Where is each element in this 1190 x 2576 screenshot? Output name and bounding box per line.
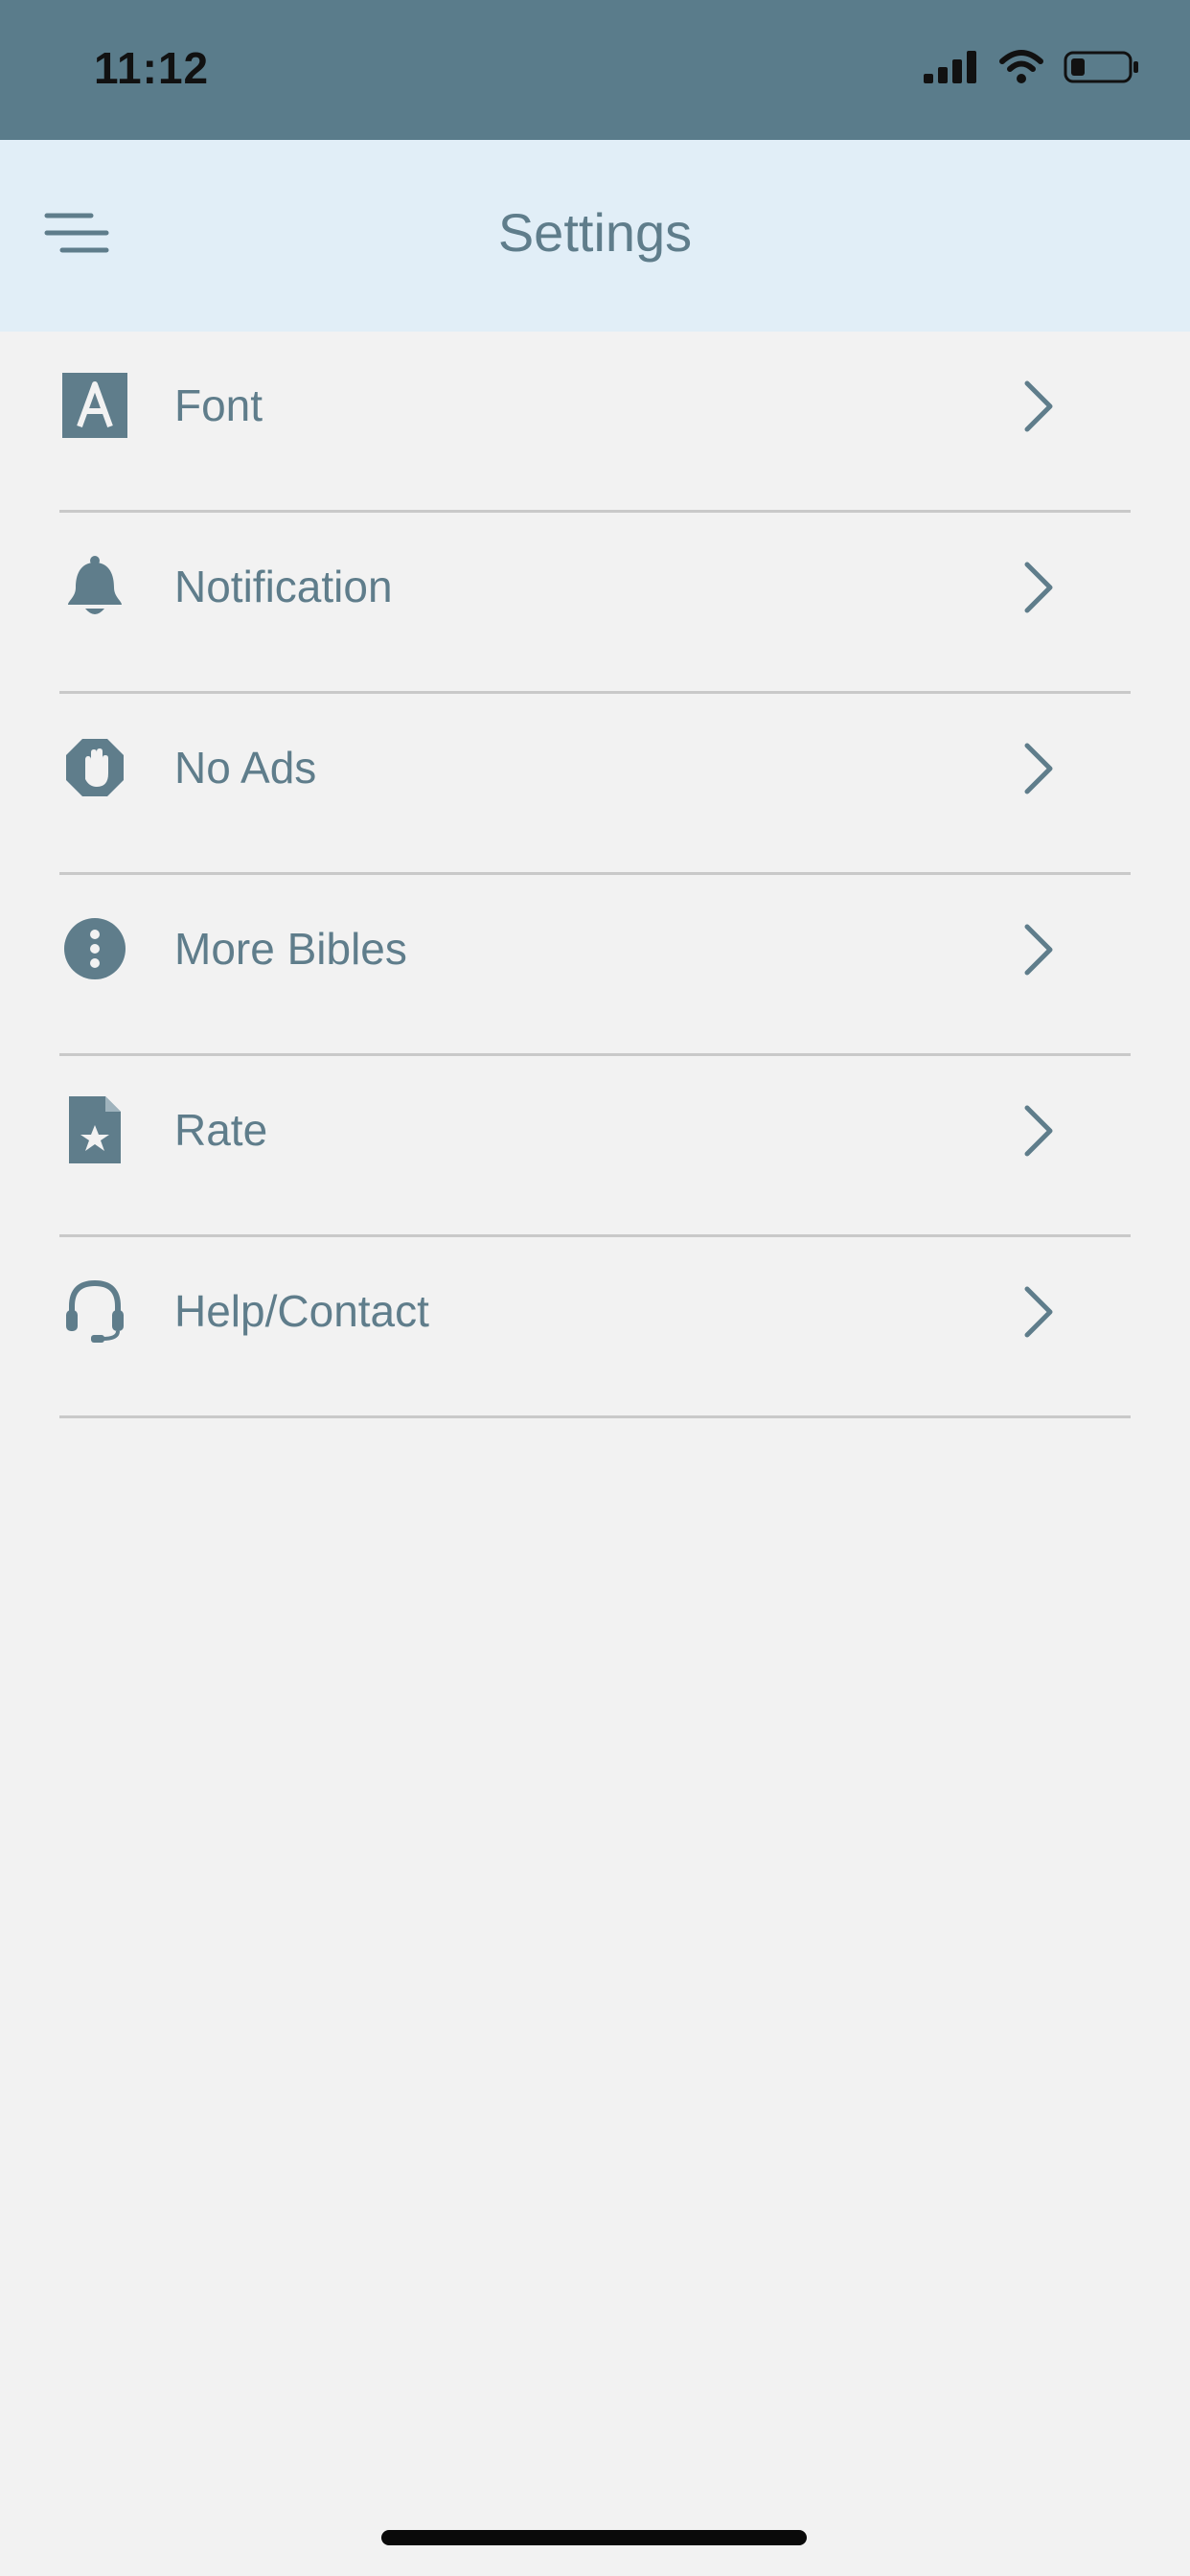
font-a-icon [61,372,128,439]
info-circle-icon [61,915,128,982]
chevron-right-icon [1019,1283,1058,1341]
settings-item-label: Rate [174,1105,268,1155]
headset-icon [61,1277,128,1345]
chevron-right-icon [1019,378,1058,435]
settings-item-no-ads[interactable]: No Ads [59,694,1131,875]
settings-item-rate[interactable]: Rate [59,1056,1131,1237]
stop-hand-icon [61,734,128,801]
header-bar: Settings [0,140,1190,332]
bell-icon [61,553,128,620]
settings-item-label: More Bibles [174,924,407,974]
signal-icon [924,51,979,88]
status-time: 11:12 [94,43,210,93]
settings-list: Font Notification No Ads More Bibles Rat… [0,332,1190,1418]
settings-item-label: Font [174,380,263,430]
settings-item-label: Help/Contact [174,1286,429,1336]
home-indicator[interactable] [381,2530,807,2545]
chevron-right-icon [1019,559,1058,616]
status-icons [924,50,1140,89]
settings-item-font[interactable]: Font [59,332,1131,513]
star-document-icon [61,1096,128,1163]
chevron-right-icon [1019,740,1058,797]
battery-icon [1064,50,1140,89]
wifi-icon [998,50,1044,89]
settings-item-label: No Ads [174,743,317,793]
status-bar: 11:12 [0,0,1190,140]
settings-item-notification[interactable]: Notification [59,513,1131,694]
settings-item-more-bibles[interactable]: More Bibles [59,875,1131,1056]
chevron-right-icon [1019,1102,1058,1160]
settings-item-help-contact[interactable]: Help/Contact [59,1237,1131,1418]
page-title: Settings [497,202,693,263]
chevron-right-icon [1019,921,1058,978]
settings-item-label: Notification [174,562,393,611]
